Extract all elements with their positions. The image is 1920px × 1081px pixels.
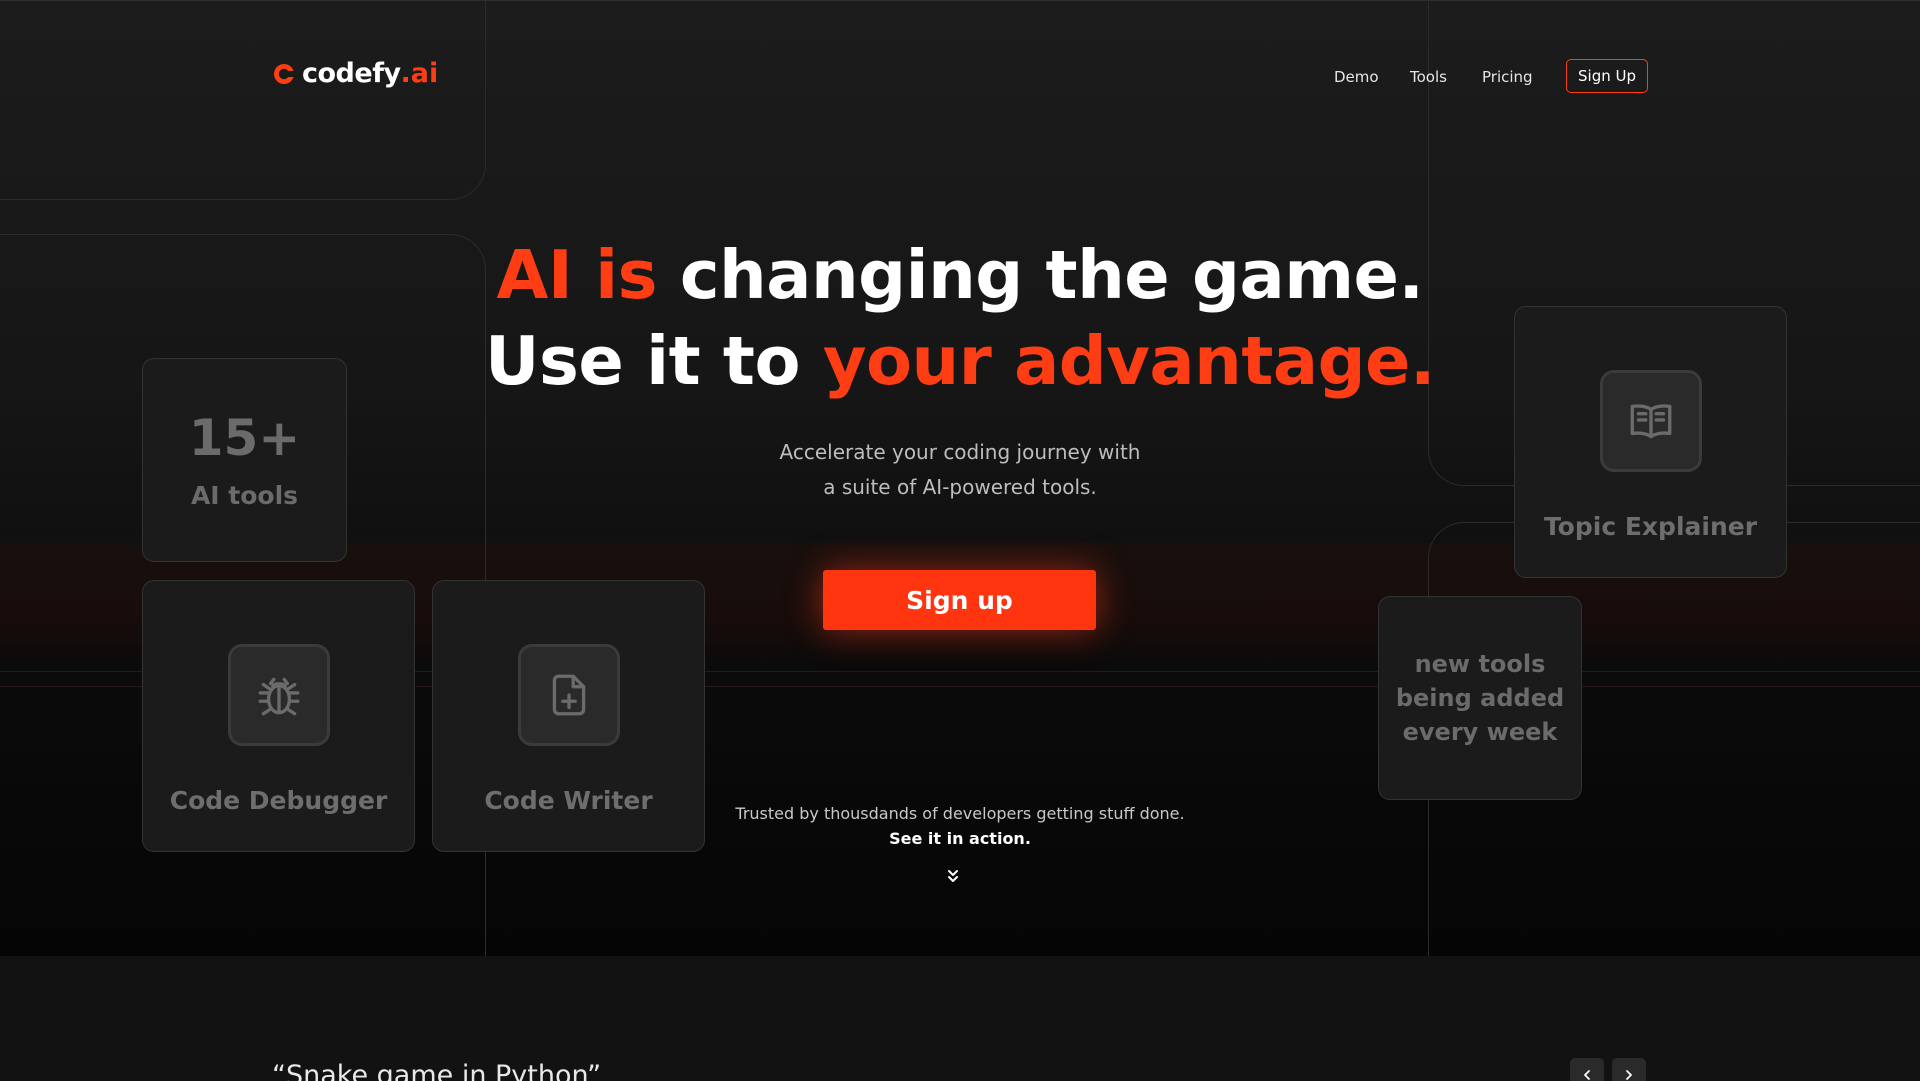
nav-pricing[interactable]: Pricing	[1482, 68, 1533, 86]
new-tools-text: new tools being added every week	[1379, 647, 1581, 749]
tool-card-label: Topic Explainer	[1543, 512, 1758, 541]
prev-button[interactable]	[1570, 1058, 1604, 1081]
stat-label: AI tools	[190, 481, 299, 510]
new-tools-card: new tools being added every week	[1378, 596, 1582, 800]
headline-text: Use it to	[485, 322, 823, 400]
demo-quote: “Snake game in Python”	[272, 1060, 602, 1081]
chevrons-down-icon[interactable]	[946, 868, 960, 884]
tool-icon-box	[1600, 370, 1702, 472]
brand-logo[interactable]: codefy.ai	[272, 58, 438, 89]
tool-card-label: Code Writer	[484, 786, 653, 815]
new-tools-line: new tools	[1414, 650, 1546, 678]
tool-card-topic-explainer[interactable]: Topic Explainer	[1514, 306, 1787, 578]
bug-icon	[258, 677, 300, 716]
headline-accent: your advantage.	[822, 322, 1436, 400]
nav-demo[interactable]: Demo	[1334, 68, 1379, 86]
stat-value: 15+	[188, 409, 301, 467]
tool-icon-box	[518, 644, 620, 746]
book-open-icon	[1630, 404, 1672, 439]
tool-card-code-debugger[interactable]: Code Debugger	[142, 580, 415, 852]
headline-accent: AI is	[496, 236, 658, 314]
brand-suffix: .ai	[400, 58, 439, 89]
landing-page: codefy.ai Demo Tools Pricing Sign Up AI …	[0, 0, 1920, 1081]
hero-headline-line1: AI is changing the game.	[0, 236, 1920, 314]
new-tools-line: every week	[1402, 718, 1558, 746]
stat-card: 15+ AI tools	[142, 358, 347, 562]
logo-c-icon	[274, 63, 296, 84]
new-tools-line: being added	[1395, 684, 1565, 712]
tool-card-code-writer[interactable]: Code Writer	[432, 580, 705, 852]
tool-icon-box	[228, 644, 330, 746]
nav-tools[interactable]: Tools	[1410, 68, 1447, 86]
headline-text: changing the game.	[657, 236, 1424, 314]
file-plus-icon	[552, 674, 586, 716]
next-button[interactable]	[1612, 1058, 1646, 1081]
chevron-left-icon	[1584, 1070, 1590, 1080]
nav-signup-button[interactable]: Sign Up	[1566, 59, 1648, 93]
decor-frame	[0, 0, 486, 200]
chevron-right-icon	[1626, 1070, 1632, 1080]
tool-card-label: Code Debugger	[169, 786, 388, 815]
hero-signup-button[interactable]: Sign up	[823, 570, 1096, 630]
brand-name: codefy	[302, 58, 401, 89]
